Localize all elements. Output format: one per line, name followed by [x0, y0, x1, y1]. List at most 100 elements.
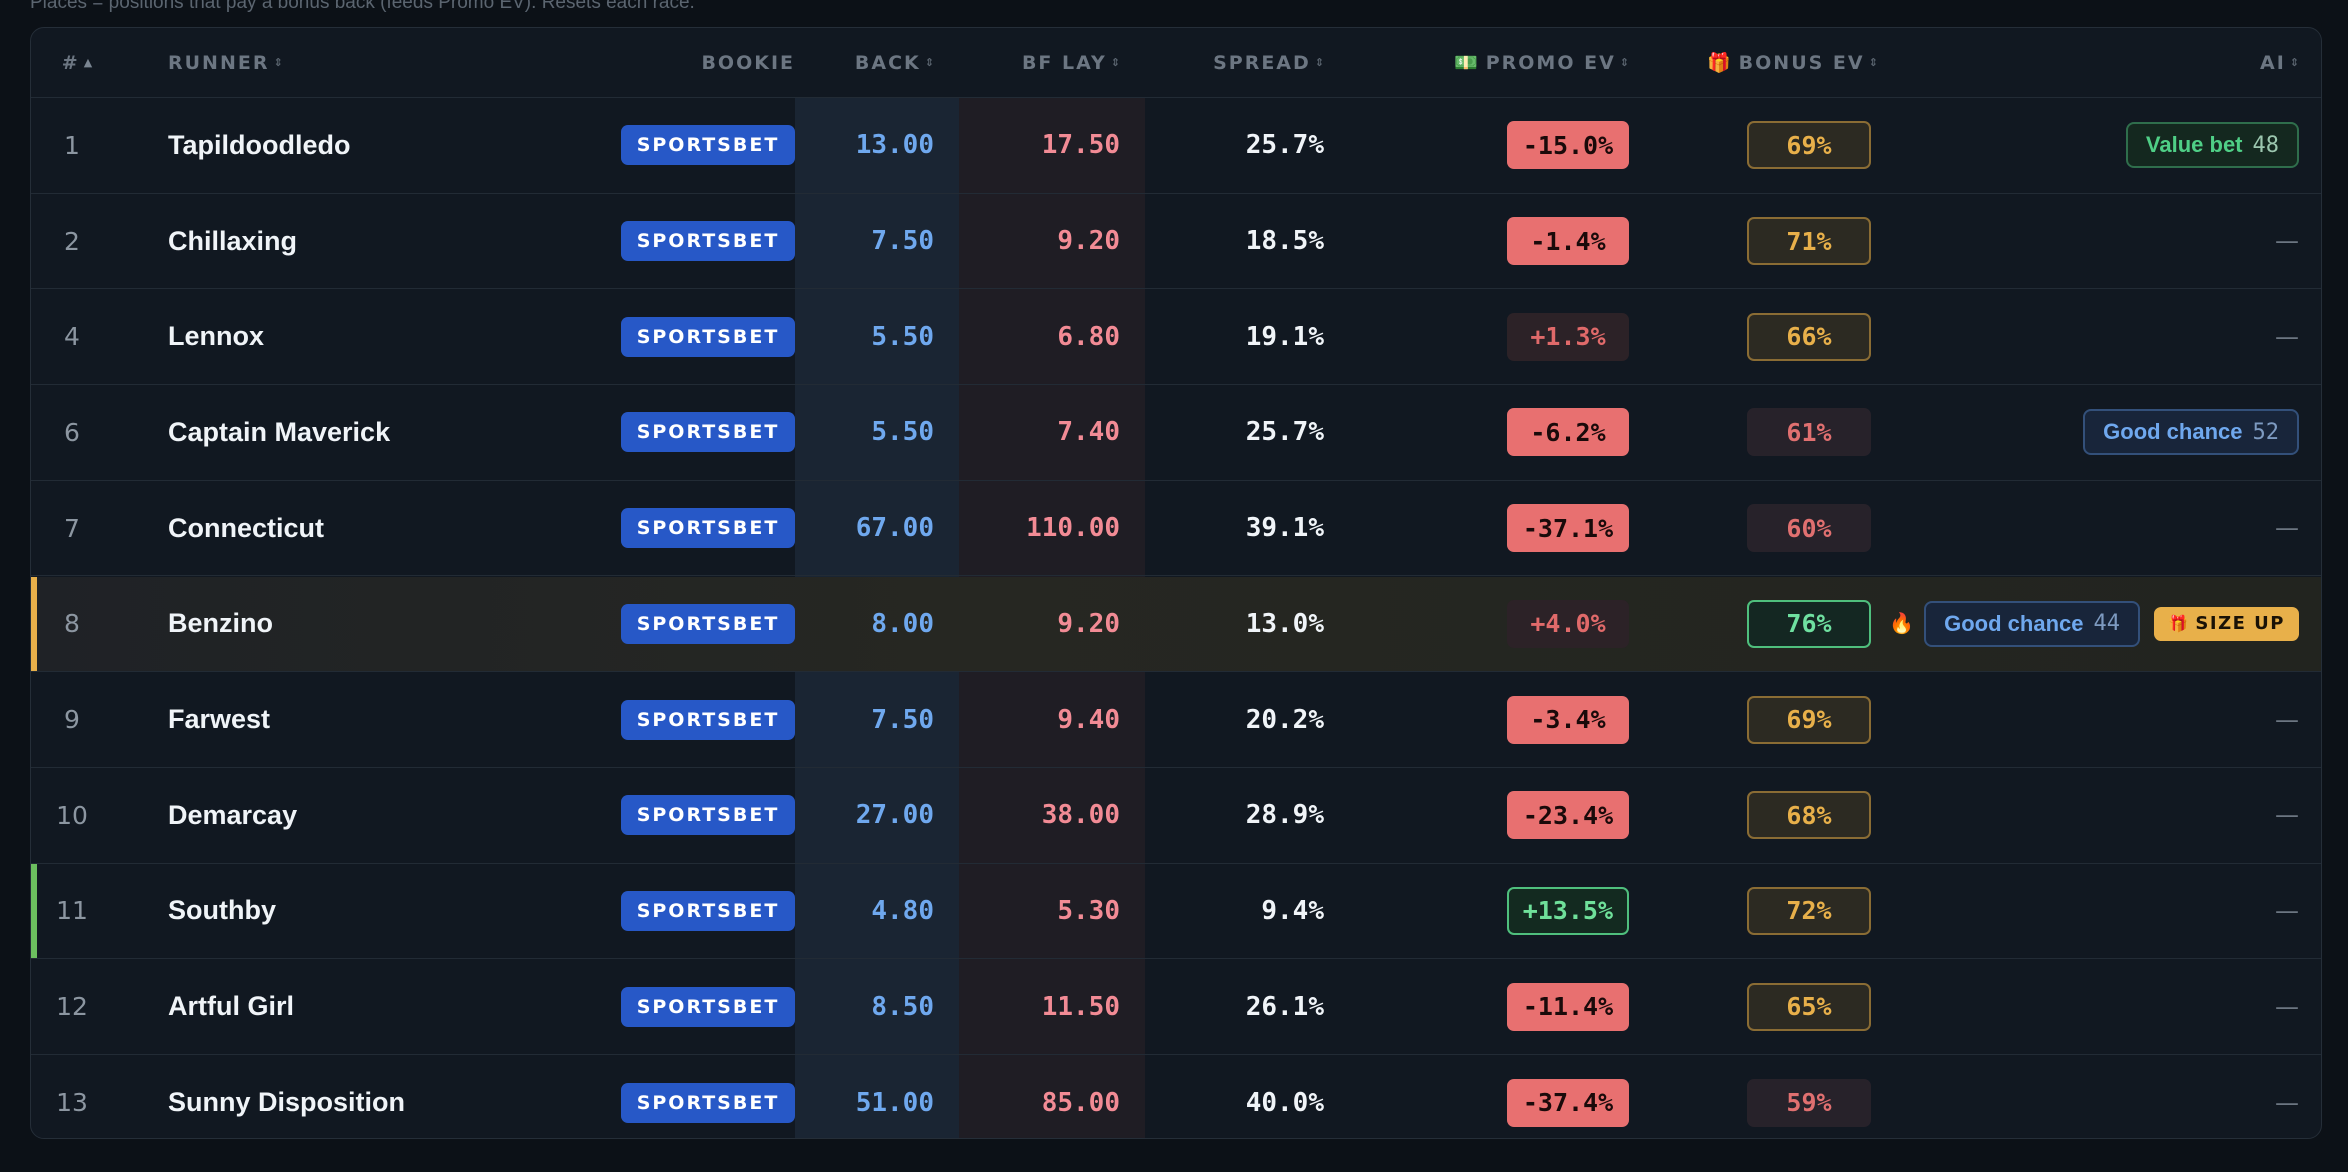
bonus-ev-pill: 69% — [1747, 121, 1871, 170]
ai-signal-badge[interactable]: Value bet 48 — [2125, 122, 2299, 169]
bookie-badge[interactable]: SPORTSBET — [621, 890, 795, 931]
runner-name: Demarcay — [168, 799, 298, 830]
ai-cell: — — [1923, 959, 2321, 1054]
header-back[interactable]: BACK ⇕ — [793, 28, 958, 97]
bonus-ev-cell: 60% — [1623, 481, 1923, 576]
lay-odds-cell[interactable]: 110.00 — [958, 481, 1144, 576]
bookie-badge[interactable]: SPORTSBET — [621, 125, 795, 166]
table-row[interactable]: 13 Sunny Disposition SPORTSBET 51.00 85.00 40… — [31, 1055, 2321, 1138]
size-up-badge[interactable]: 🎁 SIZE UP — [2153, 606, 2299, 641]
runners-table: # ▲ RUNNER ⇕ BOOKIE BACK ⇕ BF LAY ⇕ SPREAD ⇕ … — [30, 27, 2322, 1139]
lay-odds-cell[interactable]: 38.00 — [958, 768, 1144, 863]
bookie-cell: SPORTSBET — [533, 1055, 823, 1138]
back-odds-cell[interactable]: 4.80 — [793, 864, 958, 959]
back-odds: 51.00 — [855, 1087, 934, 1118]
ai-cell: — — [1923, 1055, 2321, 1138]
back-odds-cell[interactable]: 5.50 — [793, 289, 958, 384]
back-odds-cell[interactable]: 5.50 — [793, 385, 958, 480]
lay-odds-cell[interactable]: 5.30 — [958, 864, 1144, 959]
table-row[interactable]: 11 Southby SPORTSBET 4.80 5.30 9.4% +13.5% 72% — — [31, 863, 2321, 960]
bookie-badge[interactable]: SPORTSBET — [621, 603, 795, 644]
ai-empty: — — [2275, 705, 2299, 734]
runner-number: 9 — [64, 705, 80, 735]
table-row[interactable]: 6 Captain Maverick SPORTSBET 5.50 7.40 25.7% -… — [31, 385, 2321, 481]
lay-odds: 11.50 — [1041, 991, 1120, 1022]
back-odds-cell[interactable]: 8.00 — [793, 577, 958, 672]
lay-odds-cell[interactable]: 85.00 — [958, 1055, 1144, 1138]
lay-odds-cell[interactable]: 7.40 — [958, 385, 1144, 480]
spread-cell: 39.1% — [1144, 481, 1348, 576]
bookie-badge[interactable]: SPORTSBET — [621, 508, 795, 549]
runner-name: Connecticut — [168, 512, 325, 543]
back-odds-cell[interactable]: 27.00 — [793, 768, 958, 863]
runner-number: 13 — [56, 1088, 88, 1118]
bookie-badge[interactable]: SPORTSBET — [621, 316, 795, 357]
lay-odds-cell[interactable]: 11.50 — [958, 959, 1144, 1054]
header-ai[interactable]: AI ⇕ — [1923, 28, 2321, 97]
lay-odds-cell[interactable]: 17.50 — [958, 98, 1144, 193]
back-odds-cell[interactable]: 7.50 — [793, 194, 958, 289]
runner-number: 6 — [64, 417, 80, 447]
spread-value: 19.1% — [1245, 321, 1324, 352]
bonus-ev-pill: 69% — [1747, 695, 1871, 744]
table-row[interactable]: 4 Lennox SPORTSBET 5.50 6.80 19.1% +1.3% 66% — — [31, 289, 2321, 386]
bookie-badge[interactable]: SPORTSBET — [621, 795, 795, 836]
header-spread[interactable]: SPREAD ⇕ — [1144, 28, 1348, 97]
back-odds-cell[interactable]: 8.50 — [793, 959, 958, 1054]
bonus-ev-cell: 65% — [1623, 959, 1923, 1054]
back-odds-cell[interactable]: 51.00 — [793, 1055, 958, 1138]
spread-cell: 28.9% — [1144, 768, 1348, 863]
promo-ev-pill: -11.4% — [1507, 982, 1629, 1031]
runner-number: 4 — [64, 322, 80, 352]
bookie-badge[interactable]: SPORTSBET — [621, 412, 795, 453]
bookie-badge[interactable]: SPORTSBET — [621, 699, 795, 740]
ai-cell: — — [1923, 289, 2321, 384]
back-odds-cell[interactable]: 13.00 — [793, 98, 958, 193]
header-promo-ev[interactable]: 💵 PROMO EV ⇕ — [1348, 28, 1653, 97]
header-bonus-ev[interactable]: 🎁 BONUS EV ⇕ — [1623, 28, 1923, 97]
bookie-badge[interactable]: SPORTSBET — [621, 221, 795, 262]
lay-odds-cell[interactable]: 9.40 — [958, 672, 1144, 767]
table-row[interactable]: 12 Artful Girl SPORTSBET 8.50 11.50 26.1% -11.… — [31, 959, 2321, 1055]
bonus-ev-pill: 72% — [1747, 886, 1871, 935]
spread-cell: 40.0% — [1144, 1055, 1348, 1138]
lay-odds: 6.80 — [1057, 321, 1120, 352]
bonus-ev-cell: 59% — [1623, 1055, 1923, 1138]
promo-ev-cell: +13.5% — [1348, 864, 1653, 959]
back-odds: 4.80 — [871, 895, 934, 926]
table-row[interactable]: 8 Benzino SPORTSBET 8.00 9.20 13.0% +4.0% 76% 🔥 G… — [31, 576, 2321, 673]
spread-cell: 25.7% — [1144, 385, 1348, 480]
runner-number: 2 — [64, 226, 80, 256]
ai-signal-badge[interactable]: Good chance 52 — [2083, 409, 2299, 456]
bookie-cell: SPORTSBET — [533, 481, 823, 576]
bonus-ev-pill: 71% — [1747, 217, 1871, 266]
promo-ev-cell: -37.4% — [1348, 1055, 1653, 1138]
table-row[interactable]: 2 Chillaxing SPORTSBET 7.50 9.20 18.5% -1.4% 71… — [31, 194, 2321, 290]
header-bf-lay[interactable]: BF LAY ⇕ — [958, 28, 1144, 97]
lay-odds-cell[interactable]: 9.20 — [958, 577, 1144, 672]
header-num[interactable]: # ▲ — [31, 28, 113, 97]
ai-signal-badge[interactable]: Good chance 44 — [1924, 600, 2140, 647]
table-row[interactable]: 10 Demarcay SPORTSBET 27.00 38.00 28.9% -23.4%… — [31, 768, 2321, 864]
back-odds: 5.50 — [871, 321, 934, 352]
bookie-badge[interactable]: SPORTSBET — [621, 986, 795, 1027]
sort-icon: ⇕ — [1110, 56, 1120, 69]
bonus-ev-cell: 69% — [1623, 672, 1923, 767]
header-runner[interactable]: RUNNER ⇕ — [113, 28, 533, 97]
money-icon: 💵 — [1454, 52, 1478, 74]
table-row[interactable]: 7 Connecticut SPORTSBET 67.00 110.00 39.1% -37… — [31, 481, 2321, 577]
bookie-badge[interactable]: SPORTSBET — [621, 1082, 795, 1123]
lay-odds-cell[interactable]: 9.20 — [958, 194, 1144, 289]
table-row[interactable]: 9 Farwest SPORTSBET 7.50 9.40 20.2% -3.4% 69% — — [31, 672, 2321, 768]
back-odds-cell[interactable]: 67.00 — [793, 481, 958, 576]
ai-empty: — — [2275, 992, 2299, 1021]
bookie-cell: SPORTSBET — [533, 959, 823, 1054]
bonus-ev-cell: 61% — [1623, 385, 1923, 480]
lay-odds-cell[interactable]: 6.80 — [958, 289, 1144, 384]
bookie-cell: SPORTSBET — [533, 194, 823, 289]
ai-cell: Good chance 52 — [1923, 385, 2321, 480]
table-row[interactable]: 1 Tapildoodledo SPORTSBET 13.00 17.50 25.7% -1… — [31, 98, 2321, 194]
promo-ev-cell: -6.2% — [1348, 385, 1653, 480]
runner-name: Tapildoodledo — [168, 129, 351, 160]
back-odds-cell[interactable]: 7.50 — [793, 672, 958, 767]
